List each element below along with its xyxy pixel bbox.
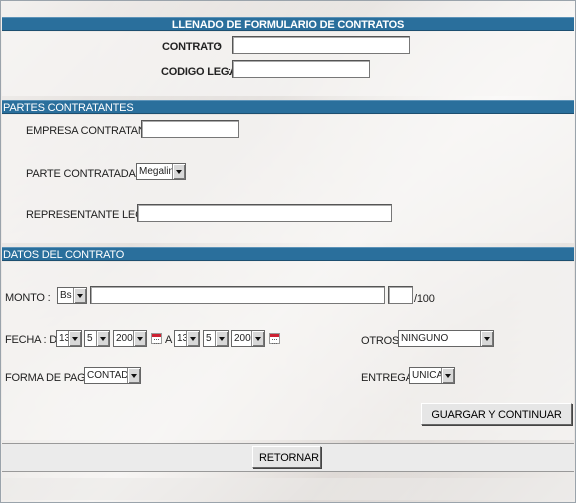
from-day-select[interactable]: 13	[56, 330, 82, 347]
bottom-strip	[2, 478, 574, 500]
otros-select[interactable]: NINGUNO	[398, 330, 494, 347]
form-title: LLENADO DE FORMULARIO DE CONTRATOS	[171, 19, 405, 31]
from-month-select[interactable]: 5	[84, 330, 110, 347]
partes-section-title: PARTES CONTRATANTES	[3, 102, 134, 114]
representante-input[interactable]	[137, 204, 392, 222]
dropdown-arrow-icon[interactable]	[441, 368, 454, 383]
dropdown-arrow-icon[interactable]	[96, 331, 109, 346]
dropdown-arrow-icon[interactable]	[215, 331, 228, 346]
form-title-bar: LLENADO DE FORMULARIO DE CONTRATOS	[2, 17, 574, 31]
retornar-button[interactable]: RETORNAR	[252, 446, 321, 468]
dropdown-arrow-icon[interactable]	[68, 331, 81, 346]
cents-input[interactable]	[388, 286, 413, 304]
guardar-continuar-button[interactable]: GUARGAR Y CONTINUAR	[421, 403, 572, 425]
to-year-select[interactable]: 2004	[231, 330, 265, 347]
datos-section-title: DATOS DEL CONTRATO	[3, 249, 125, 261]
from-month-value: 5	[87, 333, 93, 344]
codigo-legal-input[interactable]	[232, 60, 370, 78]
currency-value: Bs	[60, 290, 72, 301]
calendar-icon[interactable]	[151, 333, 162, 344]
from-year-select[interactable]: 2004	[113, 330, 147, 347]
datos-section-bar: DATOS DEL CONTRATO	[2, 247, 574, 261]
dropdown-arrow-icon[interactable]	[172, 164, 185, 179]
cents-suffix: /100	[414, 293, 435, 305]
otros-value: NINGUNO	[401, 333, 449, 344]
fecha-a-label: A	[165, 334, 173, 346]
dropdown-arrow-icon[interactable]	[127, 368, 140, 383]
parte-contratada-select[interactable]: Megalink	[136, 163, 186, 180]
to-month-select[interactable]: 5	[203, 330, 229, 347]
dropdown-arrow-icon[interactable]	[133, 331, 146, 346]
dropdown-arrow-icon[interactable]	[480, 331, 493, 346]
dropdown-arrow-icon[interactable]	[73, 288, 86, 303]
codigo-legal-colon: :	[228, 66, 231, 78]
contrato-colon: :	[217, 41, 221, 53]
dropdown-arrow-icon[interactable]	[251, 331, 264, 346]
contrato-label: CONTRATO	[162, 41, 222, 53]
monto-label: MONTO :	[5, 292, 51, 304]
partes-section-bar: PARTES CONTRATANTES	[2, 100, 574, 114]
parte-contratada-label: PARTE CONTRATADA :	[26, 168, 141, 180]
contrato-input[interactable]	[232, 36, 410, 54]
empresa-input[interactable]	[141, 120, 239, 138]
entrega-select[interactable]: UNICA	[409, 367, 455, 384]
currency-select[interactable]: Bs	[57, 287, 87, 304]
entrega-value: UNICA	[412, 370, 444, 381]
to-month-value: 5	[206, 333, 212, 344]
dropdown-arrow-icon[interactable]	[186, 331, 199, 346]
monto-input[interactable]	[90, 286, 385, 304]
to-day-select[interactable]: 13	[174, 330, 200, 347]
forma-pago-select[interactable]: CONTADO	[84, 367, 141, 384]
calendar-icon[interactable]	[269, 333, 280, 344]
